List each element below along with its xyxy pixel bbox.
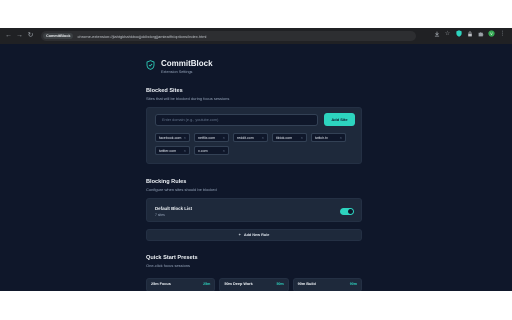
site-tag: reddit.com × <box>233 133 268 142</box>
site-tag-label: facebook.com <box>159 135 182 140</box>
address-bar[interactable]: CommitBlock chrome-extension://jlahtgkha… <box>41 31 416 41</box>
section-title: Blocked Sites <box>146 88 183 94</box>
plus-icon: + <box>238 233 241 237</box>
remove-icon[interactable]: × <box>184 148 186 153</box>
section-subtitle: Sites that will be blocked during focus … <box>146 96 230 101</box>
section-title: Quick Start Presets <box>146 255 198 261</box>
remove-icon[interactable]: × <box>262 135 264 140</box>
app-title: CommitBlock <box>161 58 213 68</box>
remove-icon[interactable]: × <box>223 135 225 140</box>
preset-list: 25m Focus 25m 50m Deep Work 50m 90m Buil… <box>146 278 362 292</box>
add-rule-label: Add New Rule <box>243 233 270 237</box>
site-tag-label: reddit.com <box>237 135 254 140</box>
quick-start-heading: Quick Start Presets One-click focus sess… <box>146 255 362 268</box>
remove-icon[interactable]: × <box>301 135 303 140</box>
rule-card[interactable]: Default Block List 7 sites <box>146 198 362 222</box>
preset-name: 50m Deep Work <box>224 282 253 286</box>
site-tag-label: x.com <box>198 148 208 153</box>
site-tag-label: twitter.com <box>159 148 177 153</box>
toggle-knob <box>348 209 353 214</box>
add-rule-button[interactable]: + Add New Rule <box>146 229 362 241</box>
preset-duration: 25m <box>203 282 211 286</box>
reload-icon[interactable]: ↻ <box>25 28 36 43</box>
rule-name: Default Block List <box>155 206 193 211</box>
remove-icon[interactable]: × <box>340 135 342 140</box>
blocking-rules-heading: Blocking Rules Configure when sites shou… <box>146 179 362 192</box>
site-tag-label: twitch.tv <box>315 135 328 140</box>
app-subtitle: Extension Settings <box>161 69 193 74</box>
site-tag: tiktok.com × <box>272 133 307 142</box>
shield-check-icon <box>146 57 155 75</box>
site-tag: facebook.com × <box>155 133 190 142</box>
site-tag-label: tiktok.com <box>276 135 293 140</box>
toolbar-icons: ☆ V ⋮ <box>433 30 506 37</box>
puzzle-icon[interactable] <box>477 30 484 37</box>
rule-site-count: 7 sites <box>155 213 165 217</box>
forward-icon[interactable]: → <box>14 28 25 43</box>
remove-icon[interactable]: × <box>184 135 186 140</box>
letterbox-bottom <box>0 291 512 320</box>
site-tag-label: netflix.com <box>198 135 216 140</box>
preset-duration: 50m <box>276 282 284 286</box>
back-icon[interactable]: ← <box>3 28 14 43</box>
download-icon[interactable] <box>433 30 440 37</box>
rule-toggle[interactable] <box>340 208 354 215</box>
blocked-sites-card: Add Site facebook.com × netflix.com × re… <box>146 107 362 164</box>
header: CommitBlock Extension Settings <box>146 57 213 75</box>
section-subtitle: One-click focus sessions <box>146 263 191 268</box>
preset-name: 90m Build <box>297 282 316 286</box>
preset-duration: 90m <box>349 282 357 286</box>
preset-card[interactable]: 50m Deep Work 50m <box>219 278 289 292</box>
section-title: Blocking Rules <box>146 179 187 185</box>
preset-card[interactable]: 25m Focus 25m <box>146 278 216 292</box>
domain-input[interactable] <box>155 114 318 126</box>
extension-chip: CommitBlock <box>43 33 74 39</box>
more-icon[interactable]: ⋮ <box>499 30 506 37</box>
lock-icon[interactable] <box>466 30 473 37</box>
section-subtitle: Configure when sites should be blocked <box>146 187 217 192</box>
options-page <box>0 44 512 291</box>
star-icon[interactable]: ☆ <box>444 30 451 37</box>
blocked-sites-list: facebook.com × netflix.com × reddit.com … <box>155 133 359 155</box>
blocked-sites-heading: Blocked Sites Sites that will be blocked… <box>146 88 362 101</box>
site-tag: netflix.com × <box>194 133 229 142</box>
preset-card[interactable]: 90m Build 90m <box>292 278 362 292</box>
extension-shield-icon[interactable] <box>455 30 462 37</box>
profile-icon[interactable]: V <box>488 30 495 37</box>
preset-name: 25m Focus <box>151 282 171 286</box>
site-tag: twitch.tv × <box>311 133 346 142</box>
site-tag: twitter.com × <box>155 146 190 155</box>
add-site-button[interactable]: Add Site <box>324 113 355 126</box>
remove-icon[interactable]: × <box>223 148 225 153</box>
url-text: chrome-extension://jlahtgkhahkbocjjoklbd… <box>77 33 207 39</box>
site-tag: x.com × <box>194 146 229 155</box>
